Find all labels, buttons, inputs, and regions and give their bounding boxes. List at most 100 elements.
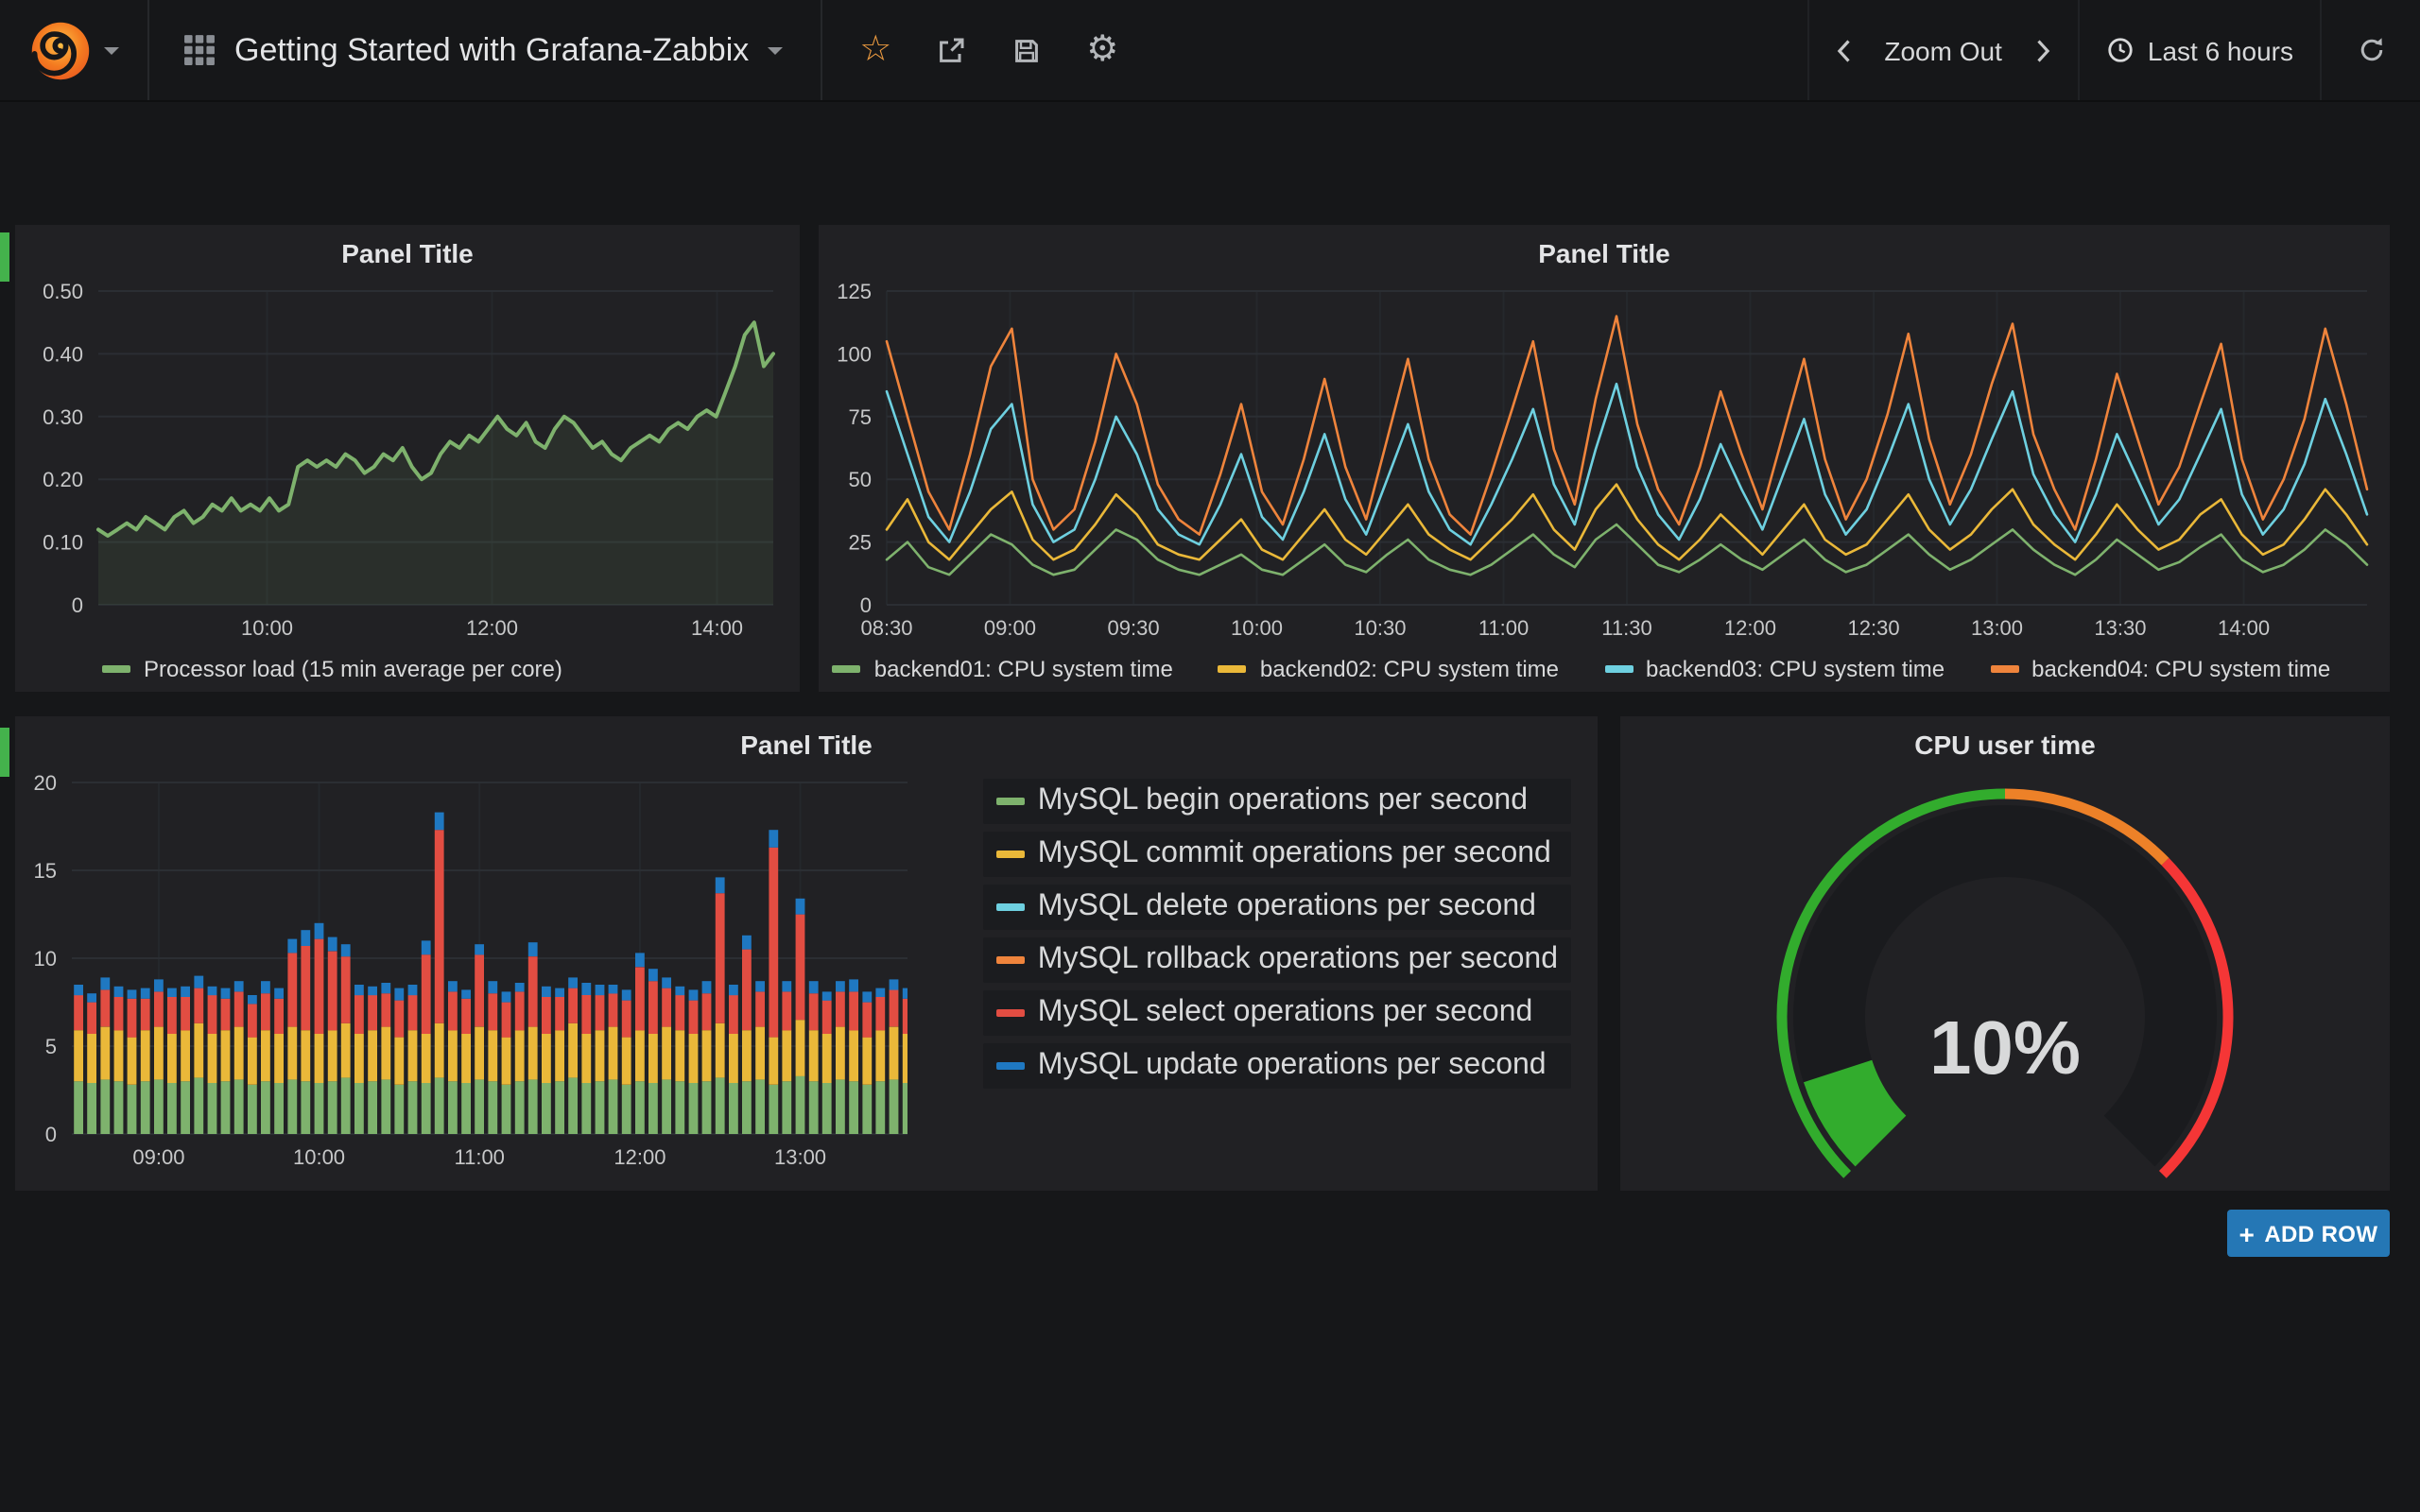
refresh-button[interactable] bbox=[2333, 0, 2409, 100]
svg-text:13:30: 13:30 bbox=[2094, 616, 2146, 640]
zoom-out-label: Zoom Out bbox=[1884, 35, 2002, 65]
clock-icon bbox=[2106, 36, 2135, 64]
time-shift-back-button[interactable] bbox=[1820, 0, 1869, 100]
star-button[interactable]: ☆ bbox=[838, 0, 913, 100]
logo-caret-icon bbox=[104, 46, 119, 54]
svg-text:12:00: 12:00 bbox=[466, 616, 518, 640]
panel-title[interactable]: Panel Title bbox=[15, 225, 800, 276]
series-swatch bbox=[996, 903, 1025, 911]
time-shift-forward-button[interactable] bbox=[2017, 0, 2066, 100]
svg-text:10:00: 10:00 bbox=[293, 1145, 345, 1169]
svg-text:09:00: 09:00 bbox=[984, 616, 1036, 640]
series-label: backend02: CPU system time bbox=[1260, 656, 1559, 682]
row-menu-handle[interactable] bbox=[0, 728, 9, 777]
refresh-group bbox=[2320, 0, 2420, 100]
series-swatch bbox=[996, 798, 1025, 805]
svg-text:0.20: 0.20 bbox=[43, 468, 83, 491]
legend-item[interactable]: backend04: CPU system time bbox=[1990, 656, 2330, 682]
dashboard-title-dropdown[interactable]: Getting Started with Grafana-Zabbix bbox=[149, 0, 821, 100]
series-swatch bbox=[996, 1009, 1025, 1017]
legend-item[interactable]: backend02: CPU system time bbox=[1219, 656, 1559, 682]
svg-text:13:00: 13:00 bbox=[1971, 616, 2023, 640]
series-swatch bbox=[1990, 665, 2018, 673]
zoom-out-button[interactable]: Zoom Out bbox=[1869, 0, 2017, 100]
panel-processor-load: Panel Title 10:0012:0014:0000.100.200.30… bbox=[15, 225, 800, 692]
add-row-button[interactable]: + ADD ROW bbox=[2227, 1210, 2390, 1257]
panel-title[interactable]: Panel Title bbox=[15, 716, 1598, 767]
cpu-system-time-chart[interactable]: 08:3009:0009:3010:0010:3011:0011:3012:00… bbox=[819, 276, 2390, 646]
legend-item[interactable]: MySQL commit operations per second bbox=[983, 832, 1571, 877]
legend-item[interactable]: MySQL rollback operations per second bbox=[983, 937, 1571, 983]
series-swatch bbox=[1219, 665, 1247, 673]
legend-item[interactable]: backend03: CPU system time bbox=[1604, 656, 1945, 682]
mysql-operations-chart[interactable]: 09:0010:0011:0012:0013:0014:0005101520 bbox=[15, 767, 908, 1179]
zoom-group: Zoom Out bbox=[1806, 0, 2078, 100]
svg-text:20: 20 bbox=[34, 771, 57, 795]
legend: MySQL begin operations per second MySQL … bbox=[908, 767, 1598, 1179]
processor-load-chart[interactable]: 10:0012:0014:0000.100.200.300.400.50 bbox=[15, 276, 800, 646]
legend-item[interactable]: MySQL begin operations per second bbox=[983, 779, 1571, 824]
svg-text:100: 100 bbox=[837, 342, 872, 366]
time-picker-group: Last 6 hours bbox=[2078, 0, 2320, 100]
grafana-logo-button[interactable] bbox=[0, 0, 149, 100]
svg-text:5: 5 bbox=[45, 1035, 57, 1058]
save-icon bbox=[1011, 35, 1042, 65]
svg-text:0: 0 bbox=[860, 593, 872, 617]
svg-text:11:30: 11:30 bbox=[1601, 616, 1651, 640]
series-swatch bbox=[1604, 665, 1633, 673]
row-menu-handle[interactable] bbox=[0, 232, 9, 282]
svg-text:75: 75 bbox=[849, 405, 872, 429]
series-label: MySQL commit operations per second bbox=[1038, 837, 1551, 871]
svg-text:15: 15 bbox=[34, 859, 57, 883]
svg-text:11:00: 11:00 bbox=[455, 1145, 505, 1169]
svg-text:10%: 10% bbox=[1929, 1005, 2081, 1090]
series-label: backend01: CPU system time bbox=[874, 656, 1173, 682]
time-picker-button[interactable]: Last 6 hours bbox=[2091, 0, 2308, 100]
series-label: MySQL begin operations per second bbox=[1038, 784, 1528, 818]
panel-title[interactable]: Panel Title bbox=[819, 225, 2390, 276]
chevron-left-icon bbox=[1831, 37, 1858, 63]
series-label: MySQL delete operations per second bbox=[1038, 890, 1536, 924]
series-swatch bbox=[833, 665, 861, 673]
grafana-logo-icon bbox=[28, 18, 93, 82]
series-swatch bbox=[996, 850, 1025, 858]
svg-text:14:00: 14:00 bbox=[2218, 616, 2270, 640]
legend-item[interactable]: MySQL select operations per second bbox=[983, 990, 1571, 1036]
legend-item[interactable]: backend01: CPU system time bbox=[833, 656, 1173, 682]
svg-text:09:30: 09:30 bbox=[1108, 616, 1160, 640]
svg-text:0.50: 0.50 bbox=[43, 280, 83, 303]
panel-cpu-user-time: CPU user time 10% bbox=[1620, 716, 2390, 1191]
legend-item[interactable]: MySQL delete operations per second bbox=[983, 885, 1571, 930]
svg-text:09:00: 09:00 bbox=[132, 1145, 184, 1169]
top-navbar: Getting Started with Grafana-Zabbix ☆ ⚙ bbox=[0, 0, 2420, 102]
time-range-label: Last 6 hours bbox=[2148, 35, 2293, 65]
legend: Processor load (15 min average per core) bbox=[15, 646, 800, 692]
time-controls: Zoom Out Last 6 hours bbox=[1806, 0, 2420, 100]
legend-item[interactable]: Processor load (15 min average per core) bbox=[102, 656, 562, 682]
panel-body: 09:0010:0011:0012:0013:0014:0005101520 M… bbox=[15, 767, 1598, 1179]
panel-mysql-operations: Panel Title 09:0010:0011:0012:0013:0014:… bbox=[15, 716, 1598, 1191]
plus-icon: + bbox=[2239, 1218, 2256, 1248]
svg-text:50: 50 bbox=[849, 468, 872, 491]
svg-text:08:30: 08:30 bbox=[860, 616, 912, 640]
save-button[interactable] bbox=[989, 0, 1064, 100]
series-label: backend04: CPU system time bbox=[2031, 656, 2330, 682]
svg-text:0: 0 bbox=[72, 593, 83, 617]
refresh-icon bbox=[2357, 36, 2385, 64]
share-icon bbox=[936, 35, 966, 65]
legend-item[interactable]: MySQL update operations per second bbox=[983, 1043, 1571, 1089]
svg-text:13:00: 13:00 bbox=[774, 1145, 826, 1169]
panel-title[interactable]: CPU user time bbox=[1620, 716, 2390, 767]
svg-text:12:00: 12:00 bbox=[1724, 616, 1776, 640]
dashboard-caret-icon bbox=[768, 46, 783, 54]
legend: backend01: CPU system time backend02: CP… bbox=[819, 646, 2390, 692]
svg-text:0.40: 0.40 bbox=[43, 342, 83, 366]
dashboard-grid-icon bbox=[183, 34, 216, 66]
add-row-label: ADD ROW bbox=[2264, 1220, 2377, 1246]
settings-button[interactable]: ⚙ bbox=[1064, 0, 1140, 100]
cpu-user-time-gauge: 10% bbox=[1620, 767, 2390, 1179]
share-button[interactable] bbox=[913, 0, 989, 100]
svg-text:14:00: 14:00 bbox=[691, 616, 743, 640]
series-label: MySQL select operations per second bbox=[1038, 996, 1533, 1030]
series-label: backend03: CPU system time bbox=[1646, 656, 1945, 682]
